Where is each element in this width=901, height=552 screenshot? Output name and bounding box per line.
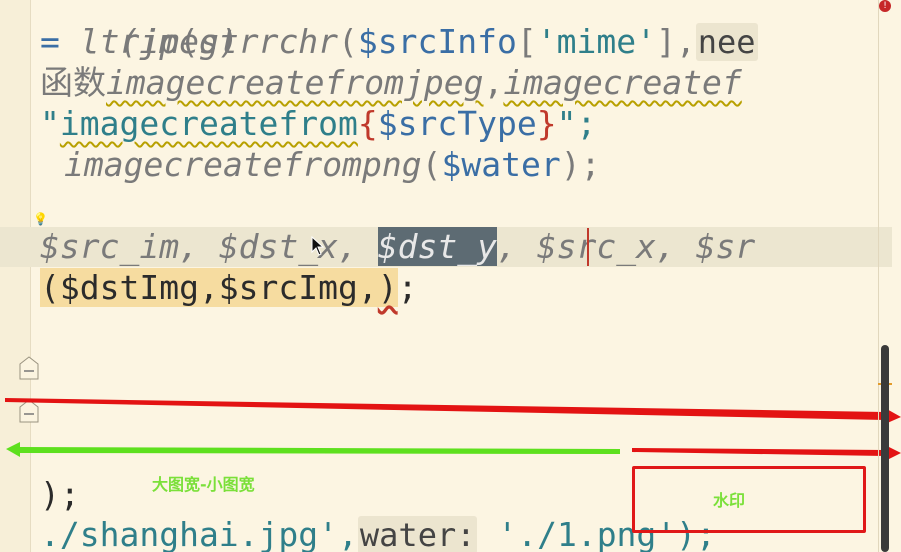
code-token: imagecreatef: [503, 63, 742, 102]
code-token: $water: [441, 145, 561, 184]
code-token: ": [40, 104, 60, 143]
red-arrow-lower: [632, 445, 901, 461]
mouse-pointer-icon: [311, 236, 325, 256]
code-line-3[interactable]: 函数imagecreatefromjpeg,imagecreatef: [40, 63, 742, 103]
code-token: {: [357, 104, 378, 143]
fold-marker-icon[interactable]: [18, 356, 40, 380]
code-token: ): [377, 268, 398, 307]
annotation-arrows: [5, 398, 901, 461]
code-token: ($dstImg,$srcImg,: [40, 268, 378, 307]
watermark-label: 水印: [713, 491, 746, 510]
code-line-9[interactable]: ./shanghai.jpg',water: './1.png');: [40, 515, 716, 552]
code-line-7[interactable]: ($dstImg,$srcImg,);: [40, 268, 418, 308]
green-arrow: [6, 442, 620, 457]
code-line-2[interactable]: = ltrim(strrchr($srcInfo['mime'],nee: [40, 22, 758, 62]
code-token: );: [560, 145, 601, 184]
code-line-4[interactable]: "imagecreatefrom{$srcType}";: [40, 104, 596, 144]
code-token: $srcType: [377, 104, 537, 143]
code-token: (: [179, 22, 199, 61]
code-token: );: [40, 475, 80, 514]
code-token: ./shanghai.jpg',: [40, 515, 358, 552]
vertical-scrollbar-thumb[interactable]: [881, 345, 889, 552]
code-line-5[interactable]: imagecreatefrompng($water);: [64, 145, 600, 185]
code-token: imagecreatefrom: [59, 104, 358, 143]
code-token: (: [338, 22, 358, 61]
code-token: 'mime': [536, 22, 656, 61]
red-arrow-upper: [5, 398, 901, 424]
green-annotation-label: 大图宽-小图宽: [152, 475, 255, 494]
code-token: ,: [483, 63, 504, 102]
code-token: strrchr: [198, 22, 339, 61]
code-token: =: [40, 22, 80, 61]
code-token: ltrim: [79, 22, 180, 61]
watermark-box: 水印: [632, 466, 866, 533]
parameter-hint: water:: [357, 516, 478, 552]
code-token: ;: [397, 268, 418, 307]
code-token: [: [516, 22, 537, 61]
code-token: $dst_x,: [218, 227, 378, 266]
code-token: $src_im,: [40, 227, 219, 266]
error-icon[interactable]: !: [879, 0, 891, 12]
code-editor[interactable]: (jpeg) = ltrim(strrchr($srcInfo['mime'],…: [0, 0, 901, 552]
code-line-8[interactable]: );: [40, 475, 80, 515]
code-line-6[interactable]: $src_im, $dst_x, $dst_y, $src_x, $sr: [40, 227, 755, 267]
lightbulb-icon[interactable]: 💡: [33, 212, 48, 226]
code-token: $srcInfo: [357, 22, 517, 61]
code-token: imagecreatefromjpeg: [106, 63, 484, 102]
code-token: , $src_x, $sr: [496, 227, 756, 266]
text-caret: [587, 228, 589, 266]
code-token: ],: [655, 22, 696, 61]
parameter-hint: nee: [695, 23, 758, 61]
code-token: }: [536, 104, 557, 143]
selected-token: $dst_y: [377, 227, 497, 266]
code-token: (: [421, 145, 442, 184]
code-token: 函数: [40, 63, 106, 102]
code-token: imagecreatefrompng: [64, 145, 422, 184]
code-token: ";: [556, 104, 597, 143]
